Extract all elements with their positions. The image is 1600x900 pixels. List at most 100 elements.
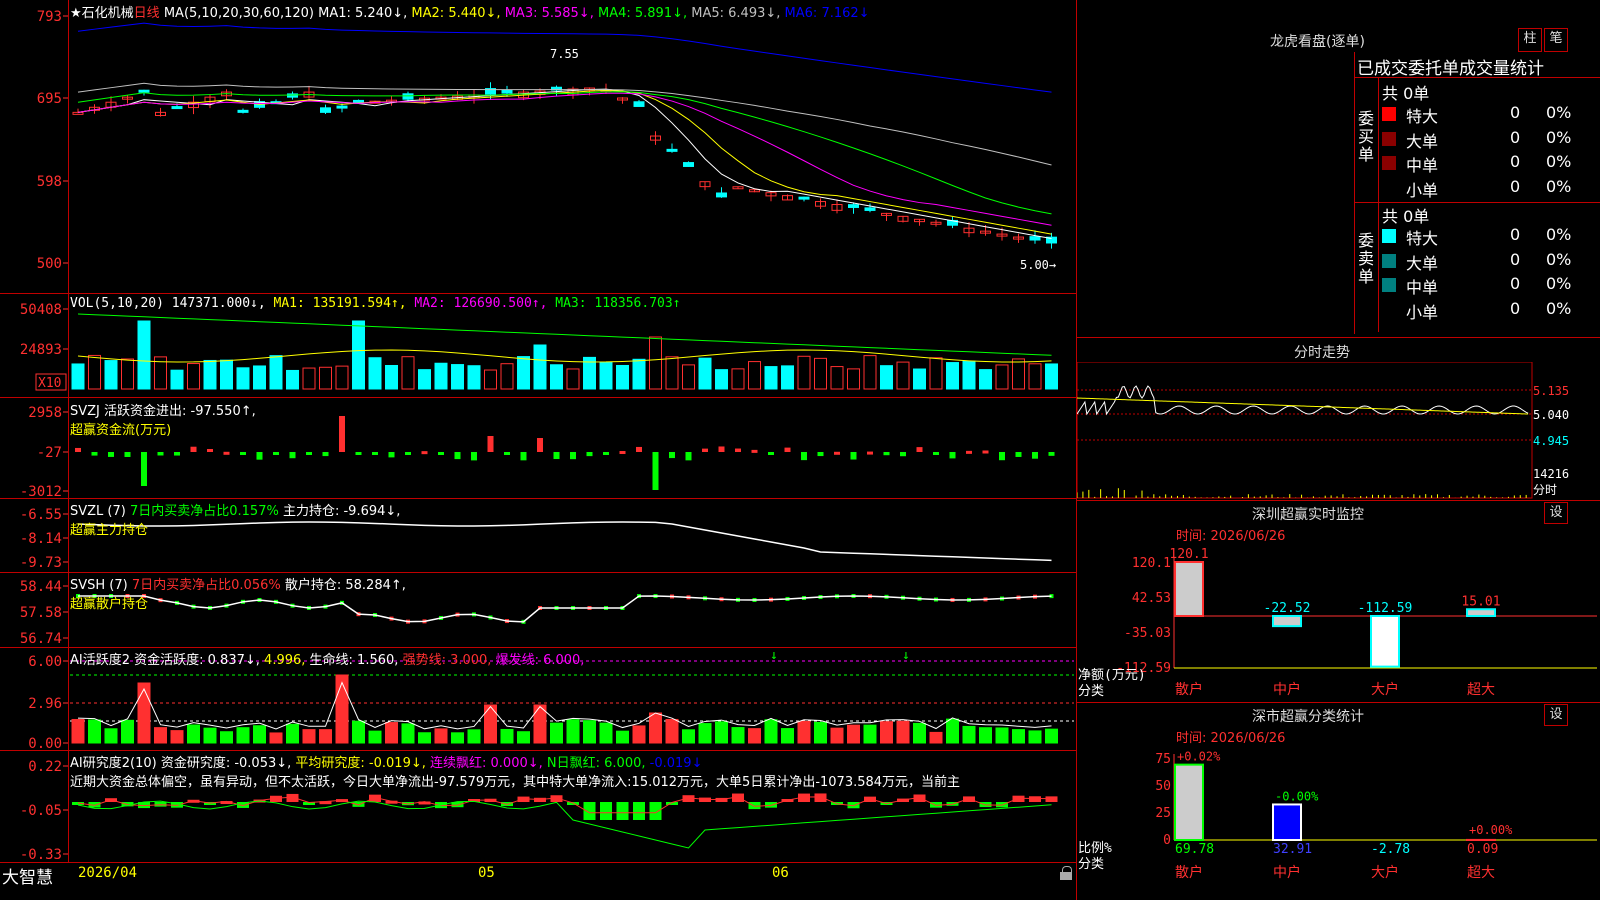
order-qty: 0 bbox=[1510, 176, 1521, 196]
stat-top-label: +0.02% bbox=[1177, 750, 1221, 764]
svzj-bar bbox=[339, 416, 345, 452]
kline-y-tick: 598 bbox=[37, 174, 62, 190]
candle-body bbox=[666, 148, 678, 152]
vol-bar bbox=[104, 360, 118, 390]
svzj-bar bbox=[966, 450, 972, 454]
column-view-button[interactable]: 柱 bbox=[1518, 28, 1542, 52]
ma-line bbox=[77, 91, 1052, 215]
svzl-y-tick: -9.73 bbox=[20, 555, 62, 571]
volume-panel[interactable]: 50408 24893 X10 VOL(5,10,20) 147371.000↓, … bbox=[0, 294, 1076, 398]
category-label: 分类 bbox=[1078, 684, 1104, 699]
monitor-category: 超大 bbox=[1467, 682, 1495, 698]
svzj-panel[interactable]: 2958 -27 -3012 SVZJ 活跃资金进出: -97.550↑, 超赢资金… bbox=[0, 398, 1076, 498]
date-label-may: 05 bbox=[478, 865, 495, 881]
svzj-bar bbox=[240, 452, 246, 455]
svzj-bar bbox=[273, 452, 279, 455]
svzj-bar bbox=[999, 452, 1005, 461]
favorite-star-icon[interactable]: ★ bbox=[70, 6, 82, 21]
ai1-header: AI活跃度2 资金活跃度: 0.837↓, 4.996, 生命线: 1.560,… bbox=[70, 649, 584, 668]
svzj-bar bbox=[372, 452, 378, 455]
ai2-y-tick: -0.33 bbox=[20, 847, 62, 862]
ai2-bar bbox=[814, 793, 827, 802]
candle-body bbox=[798, 196, 810, 200]
ai-activity-panel[interactable]: 6.00 2.96 0.00 ↓ ↓ AI活跃度2 资金活跃度: 0.837↓, 4.9… bbox=[0, 647, 1076, 750]
intraday-chart[interactable]: 5.135 5.040 4.945 14216 分时 bbox=[1077, 362, 1600, 500]
ai2-neg: -0.019↓ bbox=[649, 756, 703, 771]
intraday-tick: 5.135 bbox=[1533, 384, 1569, 398]
ai1-bar bbox=[352, 720, 365, 744]
tick-view-button[interactable]: 笔 bbox=[1544, 28, 1568, 52]
ai1-bar bbox=[253, 725, 266, 744]
ai1-bar bbox=[929, 731, 943, 744]
color-swatch bbox=[1382, 302, 1396, 317]
ma-title: MA(5,10,20,30,60,120) bbox=[163, 6, 314, 21]
monitor-bar bbox=[1370, 615, 1400, 668]
svzj-bar bbox=[207, 448, 213, 452]
monitor-bar-value: 15.01 bbox=[1461, 594, 1500, 609]
order-size-label: 大单 bbox=[1406, 131, 1439, 151]
period-label[interactable]: 日线 bbox=[134, 6, 160, 21]
vol-bar bbox=[137, 320, 151, 390]
ai1-bar bbox=[979, 727, 992, 744]
svzj-bar bbox=[652, 452, 659, 490]
sell-total: 共 0单 bbox=[1382, 207, 1430, 226]
ai1-bar bbox=[71, 718, 85, 744]
vol-title: VOL(5,10,20) bbox=[70, 296, 164, 311]
order-row: 大单 0 0% bbox=[1382, 128, 1600, 151]
vol-bar bbox=[1028, 363, 1042, 390]
sell-orders-label: 委卖单 bbox=[1358, 231, 1375, 286]
monitor-settings-button[interactable]: 设 bbox=[1544, 502, 1568, 524]
buy-orders-label: 委买单 bbox=[1358, 109, 1375, 164]
svzj-bar bbox=[817, 452, 824, 457]
stat-tick: 75 bbox=[1155, 752, 1171, 767]
ai1-bar bbox=[731, 727, 745, 744]
svzj-bar bbox=[421, 451, 428, 455]
high-price-label: 7.55 bbox=[550, 47, 579, 61]
svzl-panel[interactable]: -6.55 -8.14 -9.73 SVZL (7) 7日内买卖净占比0.157% … bbox=[0, 498, 1076, 572]
svzj-bar bbox=[1048, 452, 1055, 456]
kline-panel[interactable]: 793 695 598 500 7.55 5.00→ ★石化机械日线 MA(5,10,20… bbox=[0, 0, 1076, 293]
low-price-label: 5.00→ bbox=[1020, 258, 1056, 272]
svzj-bar bbox=[223, 451, 230, 455]
svzj-bar bbox=[933, 452, 939, 455]
ai1-bar bbox=[781, 728, 794, 744]
svzj-bar bbox=[141, 452, 147, 486]
ai-research-panel[interactable]: 0.22 -0.05 -0.33 AI研究度2(10) 资金研究度: -0.053↓… bbox=[0, 750, 1076, 862]
ai1-strong: 强势线: 3.000, bbox=[402, 653, 492, 668]
vol-bar bbox=[814, 357, 827, 390]
order-pct: 0% bbox=[1546, 152, 1572, 171]
svzj-bar bbox=[900, 452, 906, 457]
vol-bar bbox=[533, 344, 547, 390]
ai1-bar bbox=[550, 722, 563, 744]
vol-bar bbox=[1012, 358, 1025, 390]
order-pct: 0% bbox=[1546, 249, 1572, 269]
ai1-bar bbox=[566, 719, 580, 744]
kline-chart[interactable]: 793 695 598 500 7.55 5.00→ bbox=[0, 0, 1076, 293]
order-qty: 0 bbox=[1510, 298, 1521, 318]
svzl-sub: 超赢主力持仓 bbox=[70, 523, 149, 538]
vol-bar bbox=[616, 364, 629, 390]
svzj-bar bbox=[801, 452, 807, 461]
monitor-tick: -35.03 bbox=[1124, 626, 1171, 641]
ai2-bar bbox=[616, 802, 629, 820]
vol-bar bbox=[319, 366, 332, 390]
ai1-y-tick: 6.00 bbox=[28, 654, 62, 670]
stat-chart[interactable]: 75 50 25 0 +0.02% 69.78 散户 -0.00% 32.91 中户 -2.78 大户… bbox=[1077, 722, 1600, 900]
intraday-frame bbox=[1077, 362, 1533, 499]
ai1-bar bbox=[302, 729, 316, 744]
ai1-bar bbox=[467, 729, 481, 744]
ai2-comment: 近期大资金总体偏空，虽有异动，但不太活跃，今日大单净流出-97.579万元，其中… bbox=[70, 775, 961, 790]
svzj-bar bbox=[438, 452, 444, 455]
svzj-bar bbox=[75, 447, 81, 452]
ai1-bar bbox=[286, 723, 299, 744]
ai1-bar bbox=[220, 731, 233, 744]
svsh-panel[interactable]: 58.44 57.58 56.74 SVSH (7) 7日内买卖净占比0.056% … bbox=[0, 572, 1076, 647]
order-row: 特大 0 0% bbox=[1382, 103, 1600, 126]
stock-name[interactable]: 石化机械 bbox=[82, 6, 134, 21]
monitor-chart[interactable]: 120.142.53-35.03-112.59120.1散户-22.52中户-1… bbox=[1077, 522, 1600, 700]
stat-category: 中户 bbox=[1273, 864, 1301, 881]
order-stats-tabs[interactable]: 已成交委托单成交量统计 bbox=[1357, 54, 1544, 79]
candle-body bbox=[848, 204, 859, 208]
intraday-tick: 4.945 bbox=[1533, 434, 1569, 448]
sep-2 bbox=[0, 397, 1076, 398]
